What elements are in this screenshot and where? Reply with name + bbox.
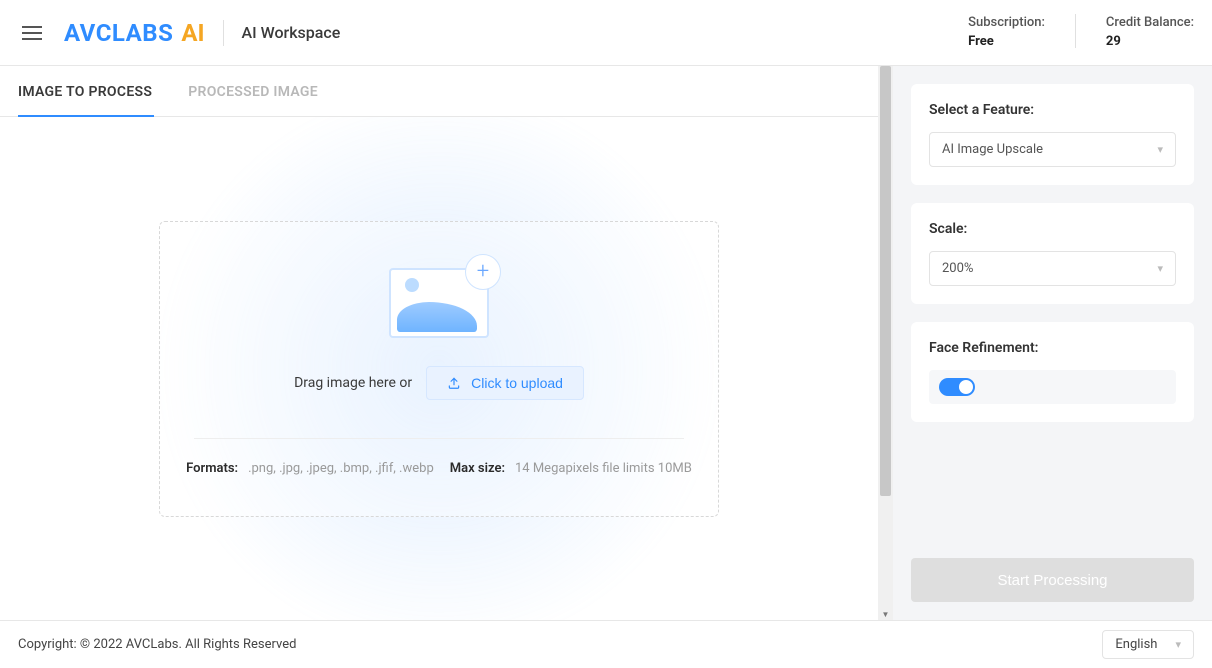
scale-label: Scale: [929, 221, 1176, 237]
face-refinement-toggle[interactable] [939, 378, 975, 396]
divider [223, 20, 224, 46]
scrollbar[interactable]: ▲ ▼ [878, 66, 893, 620]
main: IMAGE TO PROCESS PROCESSED IMAGE + Drag … [0, 66, 1212, 620]
left-panel: IMAGE TO PROCESS PROCESSED IMAGE + Drag … [0, 66, 878, 620]
divider [1075, 14, 1076, 48]
scale-select[interactable]: 200% ▾ [929, 251, 1176, 286]
language-select[interactable]: English ▾ [1102, 630, 1194, 659]
tab-image-to-process[interactable]: IMAGE TO PROCESS [18, 66, 152, 116]
feature-label: Select a Feature: [929, 102, 1176, 118]
formats-label: Formats: [186, 461, 238, 476]
maxsize-value: 14 Megapixels file limits 10MB [515, 461, 692, 476]
footer: Copyright: © 2022 AVCLabs. All Rights Re… [0, 620, 1212, 668]
maxsize-label: Max size: [450, 461, 505, 476]
start-processing-button[interactable]: Start Processing [911, 558, 1194, 602]
plus-icon: + [465, 254, 501, 290]
logo[interactable]: AVCLABS AI [64, 19, 205, 47]
header-right: Subscription: Free Credit Balance: 29 [968, 14, 1194, 50]
tab-processed-image[interactable]: PROCESSED IMAGE [188, 66, 318, 116]
feature-select-value: AI Image Upscale [942, 142, 1043, 157]
subscription-block: Subscription: Free [968, 14, 1045, 50]
formats-value: .png, .jpg, .jpeg, .bmp, .jfif, .webp [248, 461, 434, 476]
hamburger-menu-icon[interactable] [18, 22, 46, 44]
upload-icon [447, 376, 461, 390]
logo-text-2: AI [181, 19, 204, 47]
chevron-down-icon: ▾ [1157, 262, 1163, 275]
face-refinement-card: Face Refinement: [911, 322, 1194, 422]
logo-text-1: AVCLABS [64, 19, 173, 47]
upload-button[interactable]: Click to upload [426, 366, 584, 400]
face-refinement-label: Face Refinement: [929, 340, 1176, 356]
subscription-value: Free [968, 33, 1045, 51]
scale-card: Scale: 200% ▾ [911, 203, 1194, 304]
tabs: IMAGE TO PROCESS PROCESSED IMAGE [0, 66, 878, 117]
page-title: AI Workspace [242, 23, 341, 42]
chevron-down-icon: ▾ [1175, 638, 1181, 651]
upload-button-label: Click to upload [471, 375, 563, 391]
language-value: English [1115, 637, 1157, 652]
upload-info: Formats: .png, .jpg, .jpeg, .bmp, .jfif,… [186, 461, 692, 476]
credit-label: Credit Balance: [1106, 14, 1194, 32]
divider [194, 438, 684, 439]
dropzone[interactable]: + Drag image here or Click to upload For… [159, 221, 719, 517]
settings-panel: Select a Feature: AI Image Upscale ▾ Sca… [893, 66, 1212, 620]
scroll-down-icon[interactable]: ▼ [878, 608, 893, 620]
copyright-text: Copyright: © 2022 AVCLabs. All Rights Re… [18, 637, 296, 652]
credit-block: Credit Balance: 29 [1106, 14, 1194, 50]
image-placeholder-icon: + [389, 260, 489, 338]
header: AVCLABS AI AI Workspace Subscription: Fr… [0, 0, 1212, 66]
credit-value: 29 [1106, 33, 1194, 51]
subscription-label: Subscription: [968, 14, 1045, 32]
drag-text: Drag image here or [294, 375, 412, 391]
upload-area: + Drag image here or Click to upload For… [0, 117, 878, 620]
scrollbar-thumb[interactable] [880, 66, 891, 496]
feature-select[interactable]: AI Image Upscale ▾ [929, 132, 1176, 167]
scale-select-value: 200% [942, 261, 973, 276]
feature-card: Select a Feature: AI Image Upscale ▾ [911, 84, 1194, 185]
chevron-down-icon: ▾ [1157, 143, 1163, 156]
